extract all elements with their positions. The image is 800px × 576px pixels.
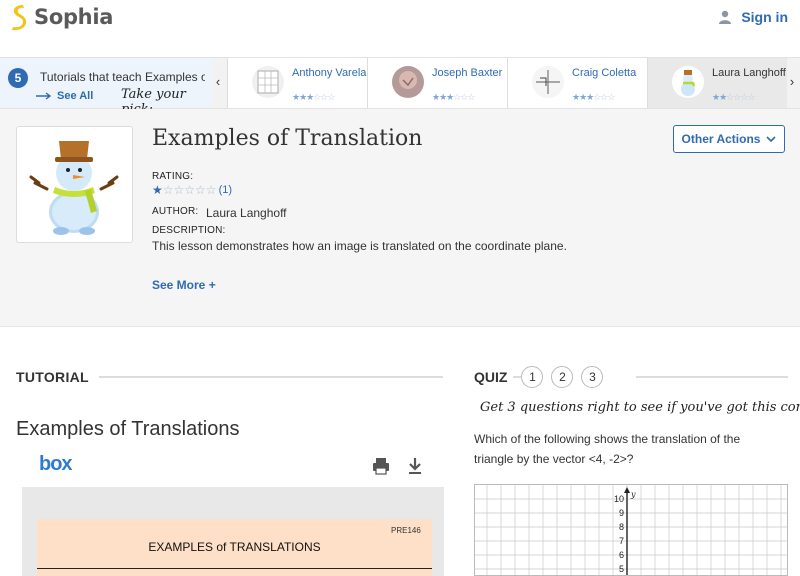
see-all-link[interactable]: See All xyxy=(36,90,93,102)
author-thumbnail xyxy=(672,66,704,98)
sophia-logo[interactable]: Sophia xyxy=(9,3,113,31)
y-tick-label: 6 xyxy=(619,550,624,560)
quiz-section-label: QUIZ xyxy=(474,369,508,385)
download-button[interactable] xyxy=(406,456,424,476)
box-document-viewer: box PRE146 EXAMPLES of TRANSLATIONS xyxy=(22,451,444,576)
print-button[interactable] xyxy=(371,456,391,476)
rating-label: RATING: xyxy=(152,171,194,182)
author-card-craig-coletta[interactable]: Craig Coletta ★★★☆☆☆ xyxy=(507,58,647,108)
tutorials-summary: 5 Tutorials that teach Examples of Trans… xyxy=(0,58,212,117)
snowman-icon xyxy=(672,66,704,98)
quiz-question-text: Which of the following shows the transla… xyxy=(474,432,741,466)
author-thumbnail xyxy=(252,66,284,98)
lesson-title: Examples of Translation xyxy=(152,126,423,151)
lesson-rating[interactable]: ★☆☆☆☆☆ (1) xyxy=(152,183,232,197)
tutorials-title: Tutorials that teach Examples of Transla… xyxy=(40,70,205,84)
tutorial-section-label: TUTORIAL xyxy=(16,369,89,385)
box-logo: box xyxy=(39,453,73,475)
strip-prev-button[interactable]: ‹ xyxy=(212,72,224,92)
section-divider xyxy=(513,376,522,378)
tutorial-count-badge: 5 xyxy=(8,68,28,88)
author-rating-stars: ★★☆☆☆☆ xyxy=(712,92,755,102)
quiz-coordinate-graph: y 10 9 8 7 6 5 xyxy=(474,484,788,576)
document-preview[interactable]: PRE146 EXAMPLES of TRANSLATIONS xyxy=(22,487,444,576)
rating-count: (1) xyxy=(218,184,233,196)
lesson-description: This lesson demonstrates how an image is… xyxy=(152,239,567,253)
snowman-image-icon xyxy=(29,141,119,235)
author-card-anthony-varela[interactable]: Anthony Varela ★★★☆☆☆ xyxy=(227,58,367,108)
y-tick-label: 7 xyxy=(619,536,624,546)
chevron-right-icon: › xyxy=(789,74,795,89)
rating-stars: ★☆☆☆☆☆ xyxy=(152,183,217,197)
lesson-author: Laura Langhoff xyxy=(206,206,287,220)
author-rating-stars: ★★★☆☆☆ xyxy=(572,92,615,102)
chevron-down-icon xyxy=(766,136,777,142)
tutorial-title: Examples of Translations xyxy=(16,418,240,440)
y-tick-label: 10 xyxy=(614,494,624,504)
sign-in-link[interactable]: Sign in xyxy=(718,9,788,25)
sign-in-label: Sign in xyxy=(741,9,788,25)
logo-text: Sophia xyxy=(34,5,114,29)
description-label: DESCRIPTION: xyxy=(152,225,226,236)
document-code: PRE146 xyxy=(391,526,421,535)
sophia-logo-icon xyxy=(12,5,27,31)
quiz-question-3[interactable]: 3 xyxy=(581,366,604,388)
download-icon xyxy=(409,458,421,474)
author-name: Joseph Baxter xyxy=(432,67,503,79)
section-divider xyxy=(636,376,788,378)
worksheet-thumbnail-icon xyxy=(257,70,279,94)
chevron-left-icon: ‹ xyxy=(215,74,221,89)
author-card-laura-langhoff[interactable]: Laura Langhoff ★★☆☆☆☆ xyxy=(647,58,787,108)
author-name: Laura Langhoff xyxy=(712,67,786,79)
section-divider xyxy=(98,376,443,378)
author-thumbnail xyxy=(392,66,424,98)
avatar-photo-icon xyxy=(392,66,424,98)
other-actions-button[interactable]: Other Actions xyxy=(673,125,785,153)
document-title: EXAMPLES of TRANSLATIONS xyxy=(148,540,321,554)
lesson-header: Examples of Translation Other Actions RA… xyxy=(0,109,800,327)
see-all-label: See All xyxy=(57,90,94,102)
y-tick-label: 5 xyxy=(619,564,624,574)
see-more-link[interactable]: See More + xyxy=(152,278,216,292)
tutorials-strip: 5 Tutorials that teach Examples of Trans… xyxy=(0,57,800,117)
user-icon xyxy=(719,10,732,24)
quiz-question-2[interactable]: 2 xyxy=(551,366,574,388)
author-name: Anthony Varela xyxy=(292,67,367,79)
site-header: Sophia Sign in xyxy=(0,0,800,38)
quiz-pitch-text: Get 3 questions right to see if you've g… xyxy=(480,400,800,415)
document-page: PRE146 EXAMPLES of TRANSLATIONS xyxy=(37,519,432,576)
coordinate-grid: y 10 9 8 7 6 5 xyxy=(475,485,787,575)
document-rule xyxy=(37,568,432,569)
quiz-section-header: QUIZ 1 2 3 xyxy=(474,366,604,388)
lesson-image xyxy=(16,126,133,243)
arrow-right-icon xyxy=(36,92,52,100)
author-rating-stars: ★★★☆☆☆ xyxy=(292,92,335,102)
graph-thumbnail-icon xyxy=(532,66,564,98)
author-rating-stars: ★★★☆☆☆ xyxy=(432,92,475,102)
y-axis-arrow xyxy=(624,487,630,493)
author-card-joseph-baxter[interactable]: Joseph Baxter ★★★☆☆☆ xyxy=(367,58,507,108)
printer-icon xyxy=(373,458,389,475)
author-name: Craig Coletta xyxy=(572,67,637,79)
y-axis-label: y xyxy=(630,490,636,499)
y-tick-label: 9 xyxy=(619,508,624,518)
author-thumbnail xyxy=(532,66,564,98)
other-actions-label: Other Actions xyxy=(681,132,761,146)
y-tick-label: 8 xyxy=(619,522,624,532)
quiz-question-1[interactable]: 1 xyxy=(521,366,544,388)
tutorial-section-header: TUTORIAL xyxy=(16,369,443,385)
author-label: AUTHOR: xyxy=(152,206,199,217)
strip-next-button[interactable]: › xyxy=(786,72,798,92)
